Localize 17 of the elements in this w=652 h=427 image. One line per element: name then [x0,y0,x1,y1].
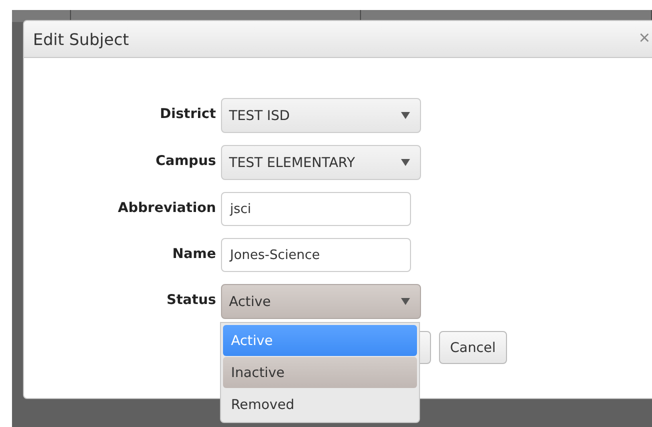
caret-icon [401,298,410,305]
field-label: Campus [154,152,216,169]
field-label: Name [171,245,216,262]
dialog-title: Edit Subject [33,30,129,48]
text-field[interactable]: jsci [221,192,411,226]
dropdown-option[interactable]: Removed [223,389,417,420]
field-label: Status [166,291,216,308]
caret-icon [401,159,410,166]
select-field[interactable]: TEST ISD [221,98,421,133]
field-label: District [158,105,216,122]
field-label: Abbreviation [116,199,216,216]
dropdown-option[interactable]: Inactive [223,357,417,388]
caret-icon [401,112,410,119]
cancel-button[interactable]: Cancel [439,331,507,364]
select-field[interactable]: Active [221,284,421,319]
text-field[interactable]: Jones-Science [221,238,411,272]
select-field[interactable]: TEST ELEMENTARY [221,145,421,180]
